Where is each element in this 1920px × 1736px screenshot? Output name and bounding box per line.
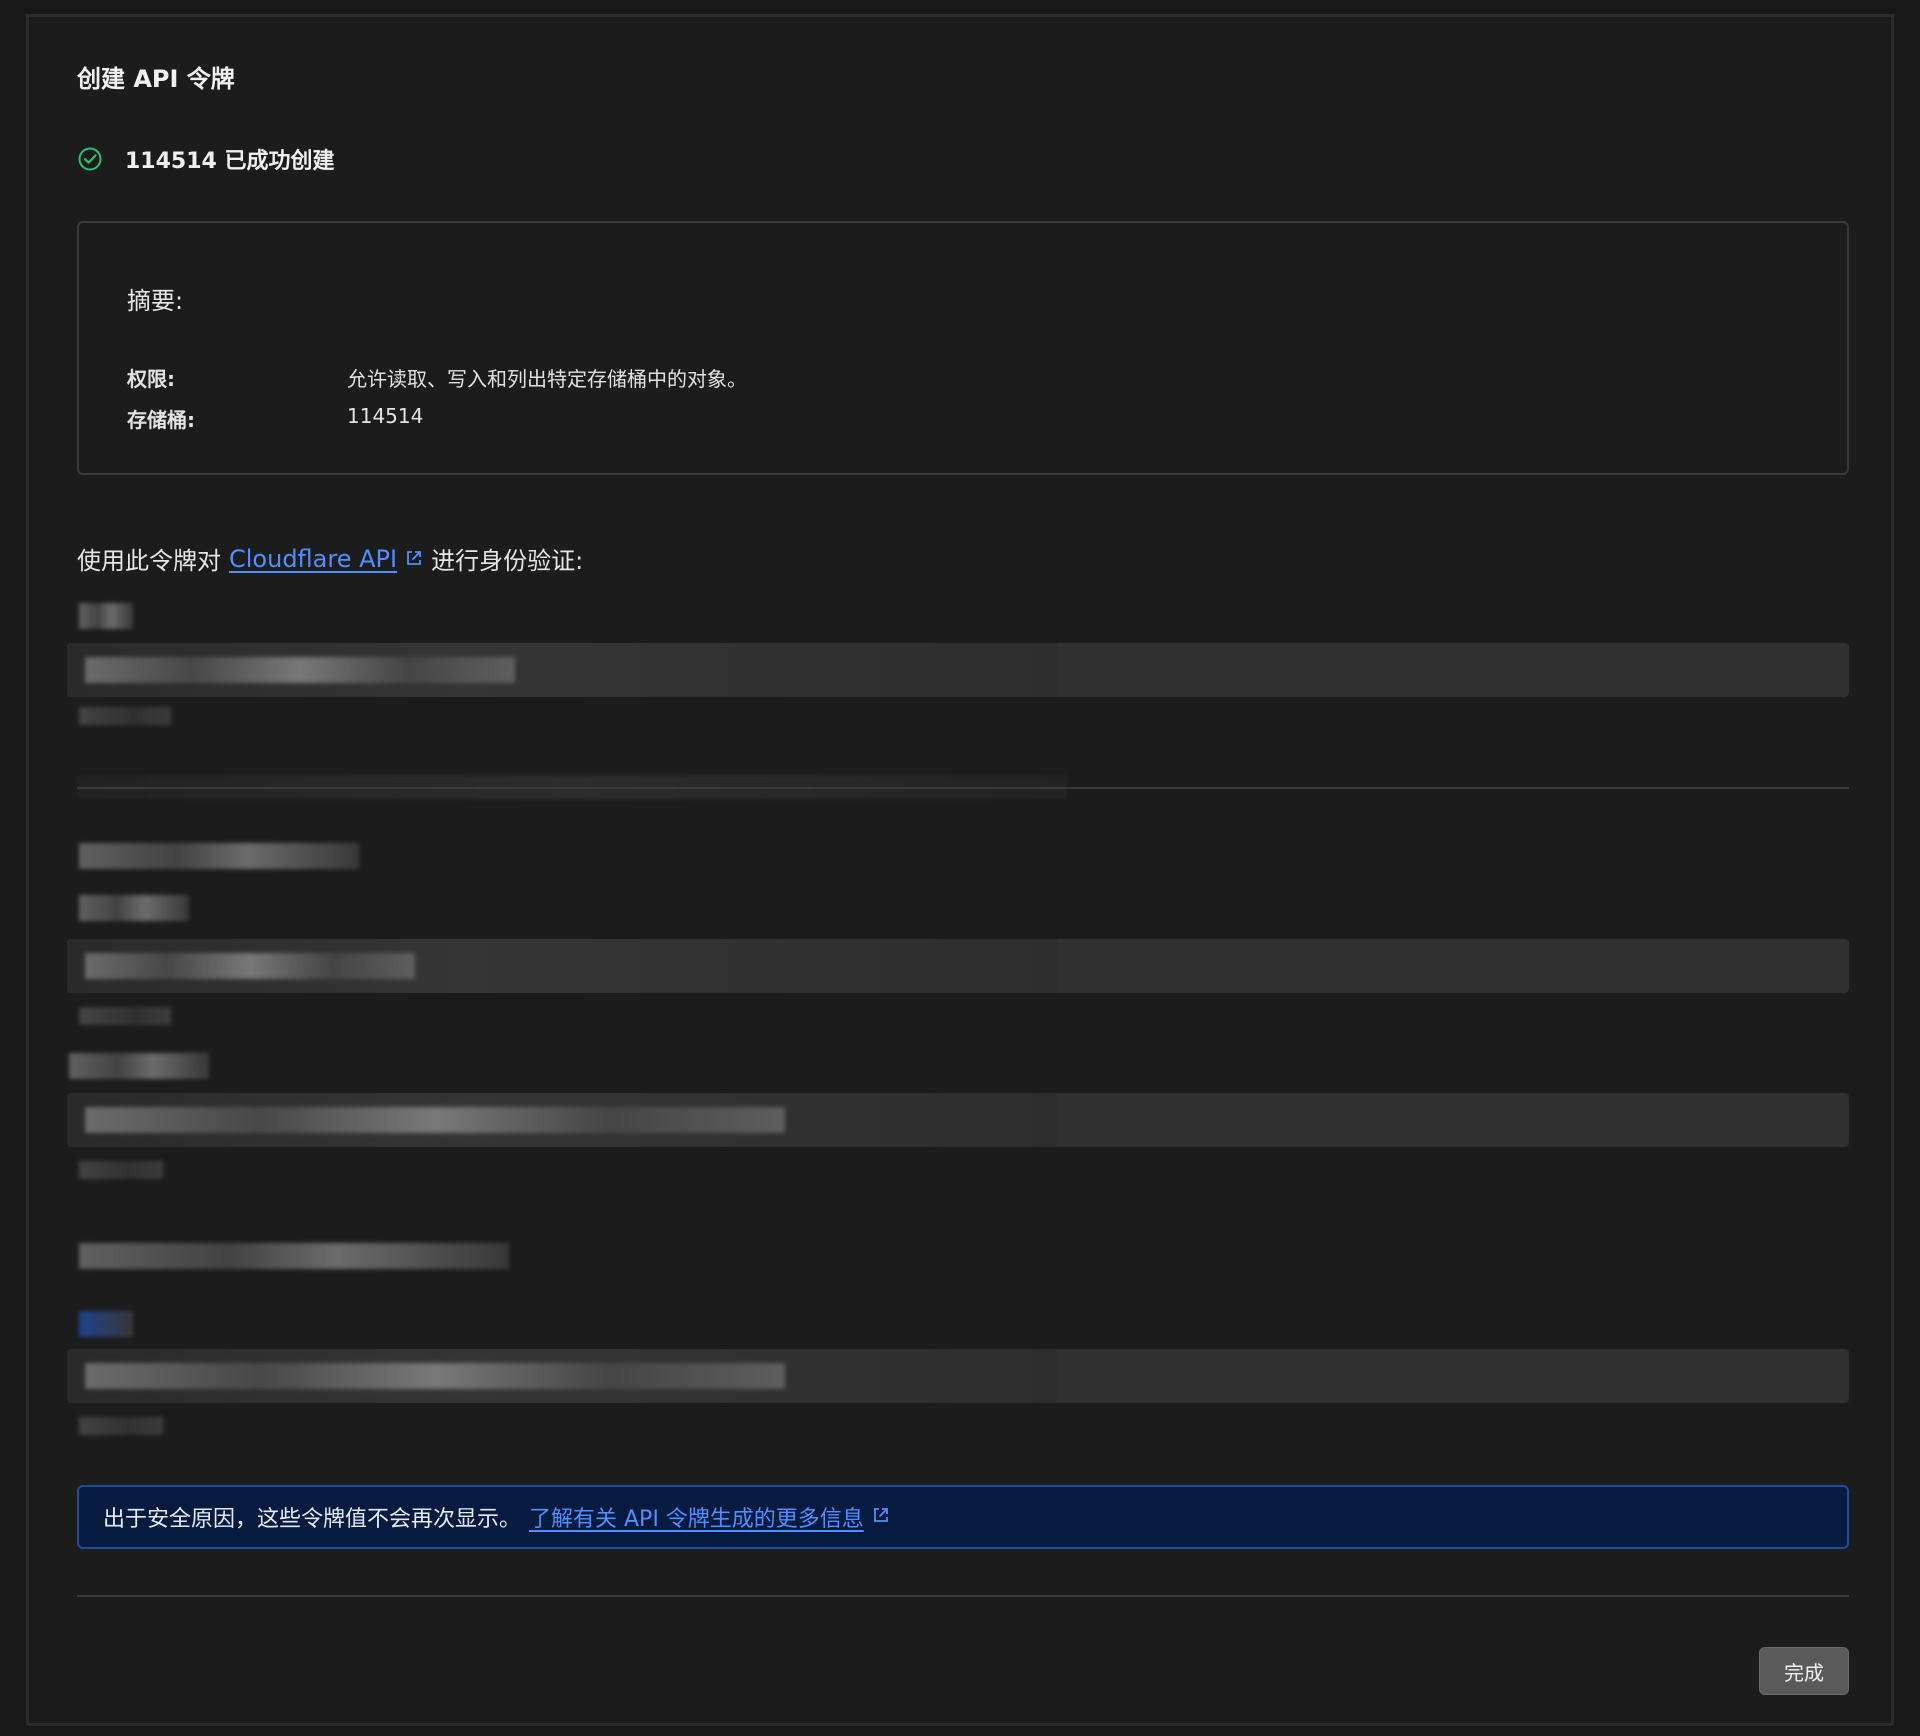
check-circle-icon [77,146,103,172]
redacted-helper-4 [79,1417,163,1435]
success-banner: 114514 已成功创建 [77,143,335,175]
redacted-helper-3 [79,1161,163,1179]
redacted-field-text-2 [85,953,415,979]
section-divider-1 [77,787,1849,789]
auth-prefix: 使用此令牌对 [77,547,221,575]
permission-label: 权限: [127,367,175,391]
security-notice-text: 出于安全原因，这些令牌值不会再次显示。 [103,1507,522,1532]
cloudflare-api-link[interactable]: Cloudflare API [229,545,397,573]
redacted-helper-2 [79,1007,171,1025]
redacted-field-text-3 [85,1107,785,1133]
done-button[interactable]: 完成 [1759,1647,1849,1695]
success-text: 114514 已成功创建 [125,149,335,174]
bucket-label: 存储桶: [127,408,195,432]
redacted-label-4 [79,1311,133,1337]
bucket-value: 114514 [347,404,424,428]
summary-row-bucket: 存储桶: 114514 [127,404,1627,432]
redacted-field-text-4 [85,1363,785,1389]
auth-instructions: 使用此令牌对 Cloudflare API 进行身份验证: [77,541,583,576]
redacted-field-2[interactable] [67,939,1849,993]
external-link-icon[interactable] [872,1505,890,1530]
summary-row-permission: 权限: 允许读取、写入和列出特定存储桶中的对象。 [127,363,1627,391]
security-notice: 出于安全原因，这些令牌值不会再次显示。 了解有关 API 令牌生成的更多信息 [77,1485,1849,1549]
redacted-field-4[interactable] [67,1349,1849,1403]
redacted-helper-1 [79,707,171,725]
dialog-content: 创建 API 令牌 114514 已成功创建 摘要: 权限: 允许读取、写入和列… [67,17,1849,1723]
dialog-frame: 创建 API 令牌 114514 已成功创建 摘要: 权限: 允许读取、写入和列… [26,14,1894,1726]
redacted-field-3[interactable] [67,1093,1849,1147]
auth-suffix: 进行身份验证: [431,547,584,575]
learn-more-link[interactable]: 了解有关 API 令牌生成的更多信息 [529,1501,864,1533]
redacted-field-1[interactable] [67,643,1849,697]
page-title: 创建 API 令牌 [77,65,235,93]
redacted-label-3 [69,1053,209,1079]
redacted-label-2 [79,895,189,921]
summary-title: 摘要: [127,287,184,315]
redacted-field-text-1 [85,657,515,683]
footer-divider [77,1595,1849,1597]
redacted-section-heading-4 [79,1243,509,1269]
redacted-section-heading-2 [79,843,359,869]
permission-value: 允许读取、写入和列出特定存储桶中的对象。 [347,367,747,391]
external-link-icon[interactable] [405,545,423,573]
summary-card: 摘要: 权限: 允许读取、写入和列出特定存储桶中的对象。 存储桶: 114514 [77,221,1849,475]
redacted-label-1 [79,603,133,629]
